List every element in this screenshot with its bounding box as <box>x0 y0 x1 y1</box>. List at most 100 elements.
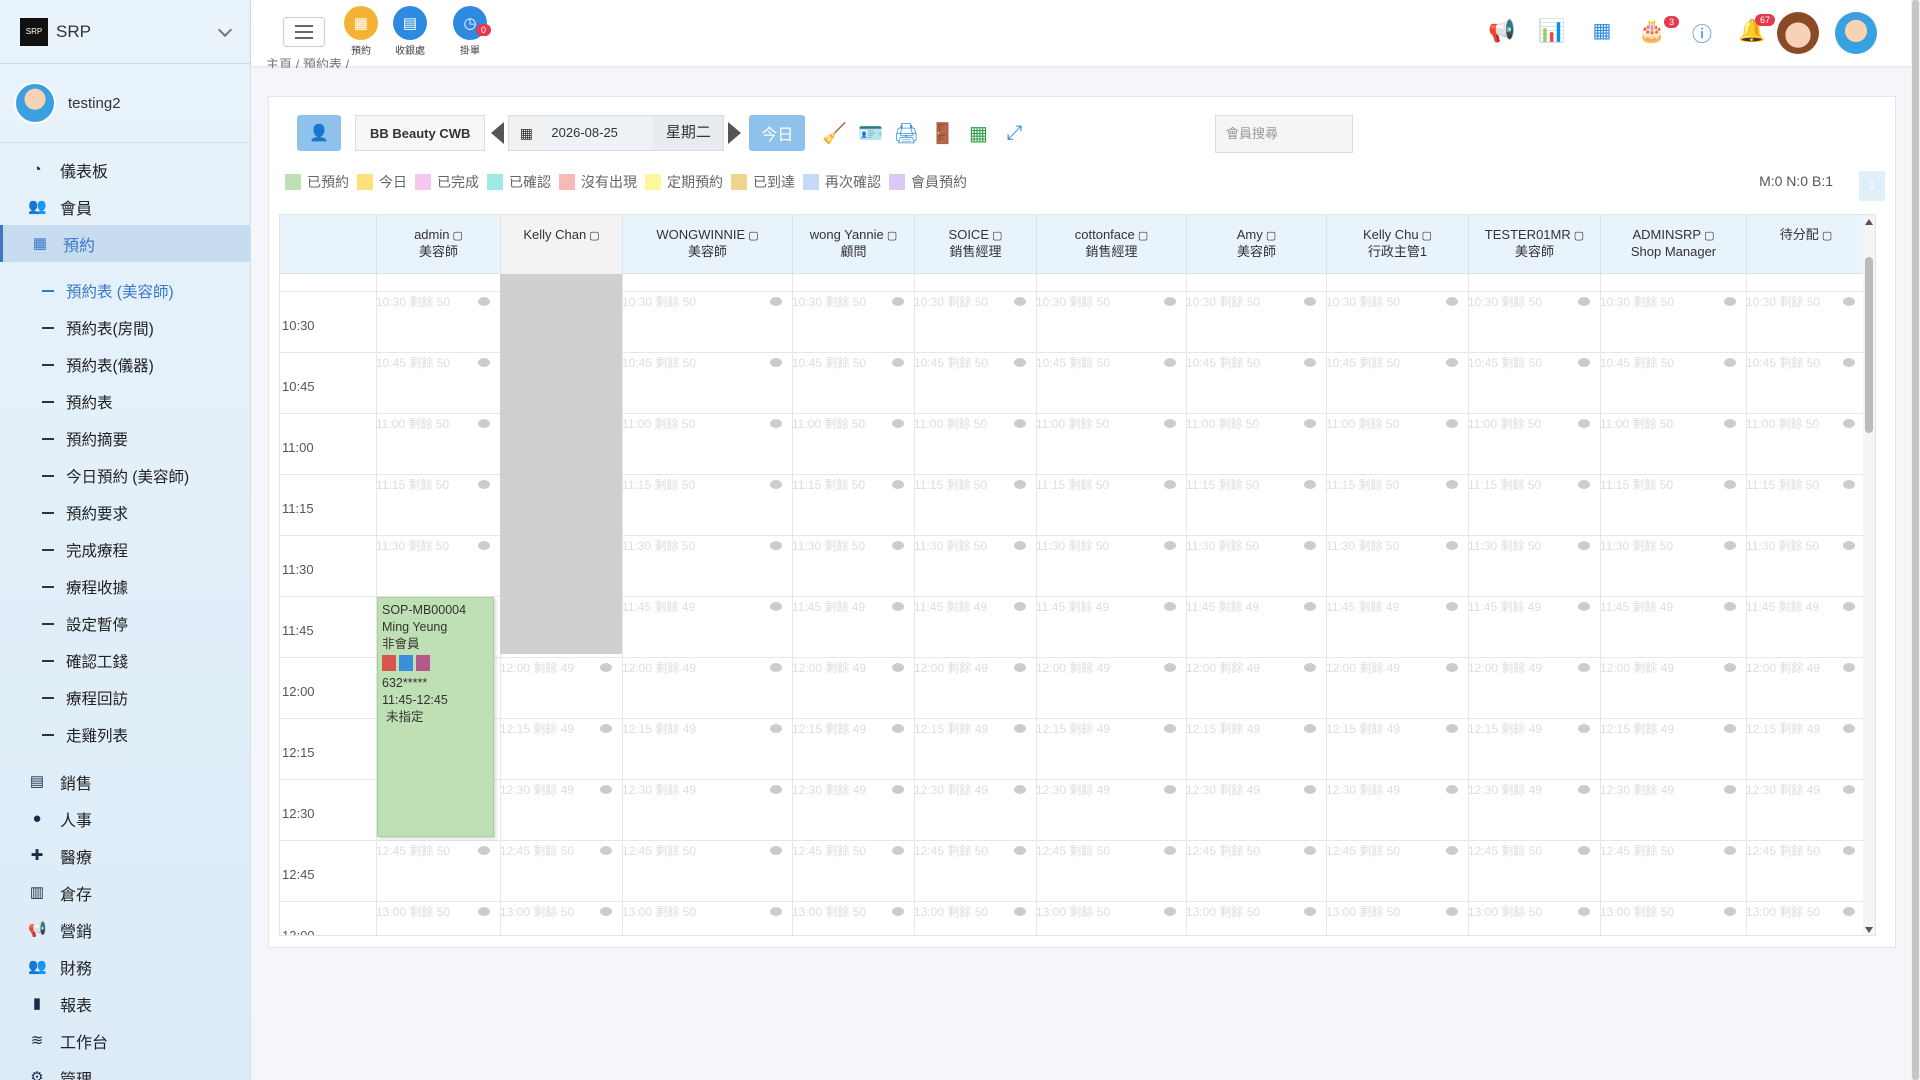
time-slot[interactable]: 13:00 剩餘 50 <box>622 903 696 920</box>
time-slot[interactable]: 12:45 剩餘 50 <box>376 842 450 859</box>
sidebar-subitem[interactable]: 療程回訪 <box>0 679 250 716</box>
time-slot[interactable]: 13:00 剩餘 50 <box>1326 903 1400 920</box>
staff-column-header[interactable]: Amy ▢ 美容師 <box>1186 215 1326 274</box>
time-slot[interactable]: 11:30 剩餘 50 <box>1746 537 1819 554</box>
time-slot[interactable]: 13:00 剩餘 50 <box>792 903 866 920</box>
eye-icon[interactable] <box>1446 297 1458 306</box>
time-slot[interactable]: 12:15 剩餘 49 <box>1036 720 1110 737</box>
chevron-down-icon[interactable] <box>217 22 233 37</box>
time-slot[interactable]: 10:30 剩餘 50 <box>1326 293 1400 310</box>
user-avatar[interactable] <box>1835 12 1877 54</box>
eye-icon[interactable] <box>1446 419 1458 428</box>
time-slot[interactable]: 12:30 剩餘 49 <box>1468 781 1542 798</box>
time-slot[interactable]: 11:15 剩餘 50 <box>914 476 987 493</box>
eye-icon[interactable] <box>1578 358 1590 367</box>
eye-icon[interactable] <box>1164 480 1176 489</box>
time-slot[interactable]: 10:30 剩餘 50 <box>914 293 988 310</box>
eye-icon[interactable] <box>1164 724 1176 733</box>
eye-icon[interactable] <box>892 724 904 733</box>
eye-icon[interactable] <box>1304 541 1316 550</box>
eye-icon[interactable] <box>1304 724 1316 733</box>
printer-icon[interactable]: 🖨 <box>891 118 921 148</box>
staff-column-header[interactable]: SOICE ▢ 銷售經理 <box>914 215 1036 274</box>
eye-icon[interactable] <box>478 419 490 428</box>
eye-icon[interactable] <box>600 663 612 672</box>
time-slot[interactable]: 12:45 剩餘 50 <box>914 842 988 859</box>
calendar-icon[interactable]: ▢ <box>1701 230 1714 242</box>
time-slot[interactable]: 13:00 剩餘 50 <box>1468 903 1542 920</box>
time-slot[interactable]: 11:45 剩餘 49 <box>1468 598 1541 615</box>
time-slot[interactable]: 11:45 剩餘 49 <box>622 598 695 615</box>
sidebar-subitem[interactable]: 預約表 <box>0 383 250 420</box>
eye-icon[interactable] <box>1304 846 1316 855</box>
birthday-cake-icon[interactable]: 🎂 3 <box>1637 16 1679 44</box>
time-slot[interactable]: 12:00 剩餘 49 <box>1468 659 1542 676</box>
calendar-icon[interactable]: ▢ <box>1571 230 1584 242</box>
time-slot[interactable]: 11:45 剩餘 49 <box>914 598 987 615</box>
time-slot[interactable]: 12:30 剩餘 49 <box>1746 781 1820 798</box>
eye-icon[interactable] <box>1446 358 1458 367</box>
time-slot[interactable]: 11:00 剩餘 50 <box>1468 415 1541 432</box>
time-slot[interactable]: 10:30 剩餘 50 <box>792 293 866 310</box>
time-slot[interactable]: 10:45 剩餘 50 <box>1468 354 1542 371</box>
brand-bar[interactable]: SRP SRP <box>0 0 250 64</box>
eye-icon[interactable] <box>1164 846 1176 855</box>
time-slot[interactable]: 11:00 剩餘 50 <box>1036 415 1109 432</box>
time-slot[interactable]: 10:30 剩餘 50 <box>1186 293 1260 310</box>
calendar-icon[interactable]: ▢ <box>1263 230 1276 242</box>
eye-icon[interactable] <box>600 785 612 794</box>
calendar-icon[interactable]: ▢ <box>884 230 897 242</box>
time-slot[interactable]: 12:45 剩餘 50 <box>622 842 696 859</box>
time-slot[interactable]: 11:45 剩餘 49 <box>792 598 865 615</box>
eye-icon[interactable] <box>1164 663 1176 672</box>
time-slot[interactable]: 12:45 剩餘 50 <box>792 842 866 859</box>
eye-icon[interactable] <box>1164 907 1176 916</box>
eye-icon[interactable] <box>1014 480 1026 489</box>
time-slot[interactable]: 11:15 剩餘 50 <box>1326 476 1399 493</box>
eye-icon[interactable] <box>1164 419 1176 428</box>
eye-icon[interactable] <box>1164 297 1176 306</box>
eye-icon[interactable] <box>1724 358 1736 367</box>
page-scrollbar[interactable] <box>1911 0 1920 1080</box>
sidebar-item-calendar[interactable]: ▦ 預約 <box>0 225 250 262</box>
time-slot[interactable]: 12:15 剩餘 49 <box>1600 720 1674 737</box>
calendar-icon[interactable]: ▢ <box>586 230 599 242</box>
staff-column-header[interactable]: 待分配 ▢ <box>1746 215 1865 274</box>
time-slot[interactable]: 12:15 剩餘 49 <box>1186 720 1260 737</box>
user-profile[interactable]: testing2 <box>0 64 250 143</box>
time-slot[interactable]: 10:45 剩餘 50 <box>376 354 450 371</box>
calendar-grid-icon[interactable]: ▦ <box>963 118 993 148</box>
sidebar-item-warehouse[interactable]: ▥ 倉存 <box>0 874 250 911</box>
eye-icon[interactable] <box>770 724 782 733</box>
menu-toggle-button[interactable] <box>283 17 325 47</box>
sidebar-subitem[interactable]: 預約表 (美容師) <box>0 272 250 309</box>
staff-column-header[interactable]: admin ▢ 美容師 <box>376 215 500 274</box>
eye-icon[interactable] <box>1843 480 1855 489</box>
time-slot[interactable]: 10:30 剩餘 50 <box>622 293 696 310</box>
time-slot[interactable]: 11:15 剩餘 50 <box>1468 476 1541 493</box>
time-slot[interactable]: 12:45 剩餘 50 <box>1036 842 1110 859</box>
bar-chart-icon[interactable]: 📊 <box>1537 18 1567 44</box>
date-picker[interactable]: ▦ 2026-08-25 星期二 <box>508 115 725 151</box>
eye-icon[interactable] <box>600 907 612 916</box>
time-slot[interactable]: 11:15 剩餘 50 <box>1746 476 1819 493</box>
eye-icon[interactable] <box>1014 358 1026 367</box>
eye-icon[interactable] <box>478 358 490 367</box>
eye-icon[interactable] <box>1578 724 1590 733</box>
time-slot[interactable]: 12:30 剩餘 49 <box>792 781 866 798</box>
eye-icon[interactable] <box>770 602 782 611</box>
time-slot[interactable]: 10:45 剩餘 50 <box>1326 354 1400 371</box>
time-slot[interactable]: 11:30 剩餘 50 <box>1468 537 1541 554</box>
eye-icon[interactable] <box>1304 419 1316 428</box>
eye-icon[interactable] <box>1578 602 1590 611</box>
time-slot[interactable]: 10:30 剩餘 50 <box>1468 293 1542 310</box>
eye-icon[interactable] <box>1164 785 1176 794</box>
time-slot[interactable]: 11:00 剩餘 50 <box>1326 415 1399 432</box>
eye-icon[interactable] <box>1304 602 1316 611</box>
time-slot[interactable]: 11:30 剩餘 50 <box>792 537 865 554</box>
time-slot[interactable]: 12:30 剩餘 49 <box>1036 781 1110 798</box>
eye-icon[interactable] <box>1014 602 1026 611</box>
sidebar-subitem[interactable]: 療程收據 <box>0 568 250 605</box>
sidebar-item-bar-chart[interactable]: ▮ 報表 <box>0 985 250 1022</box>
eye-icon[interactable] <box>892 419 904 428</box>
